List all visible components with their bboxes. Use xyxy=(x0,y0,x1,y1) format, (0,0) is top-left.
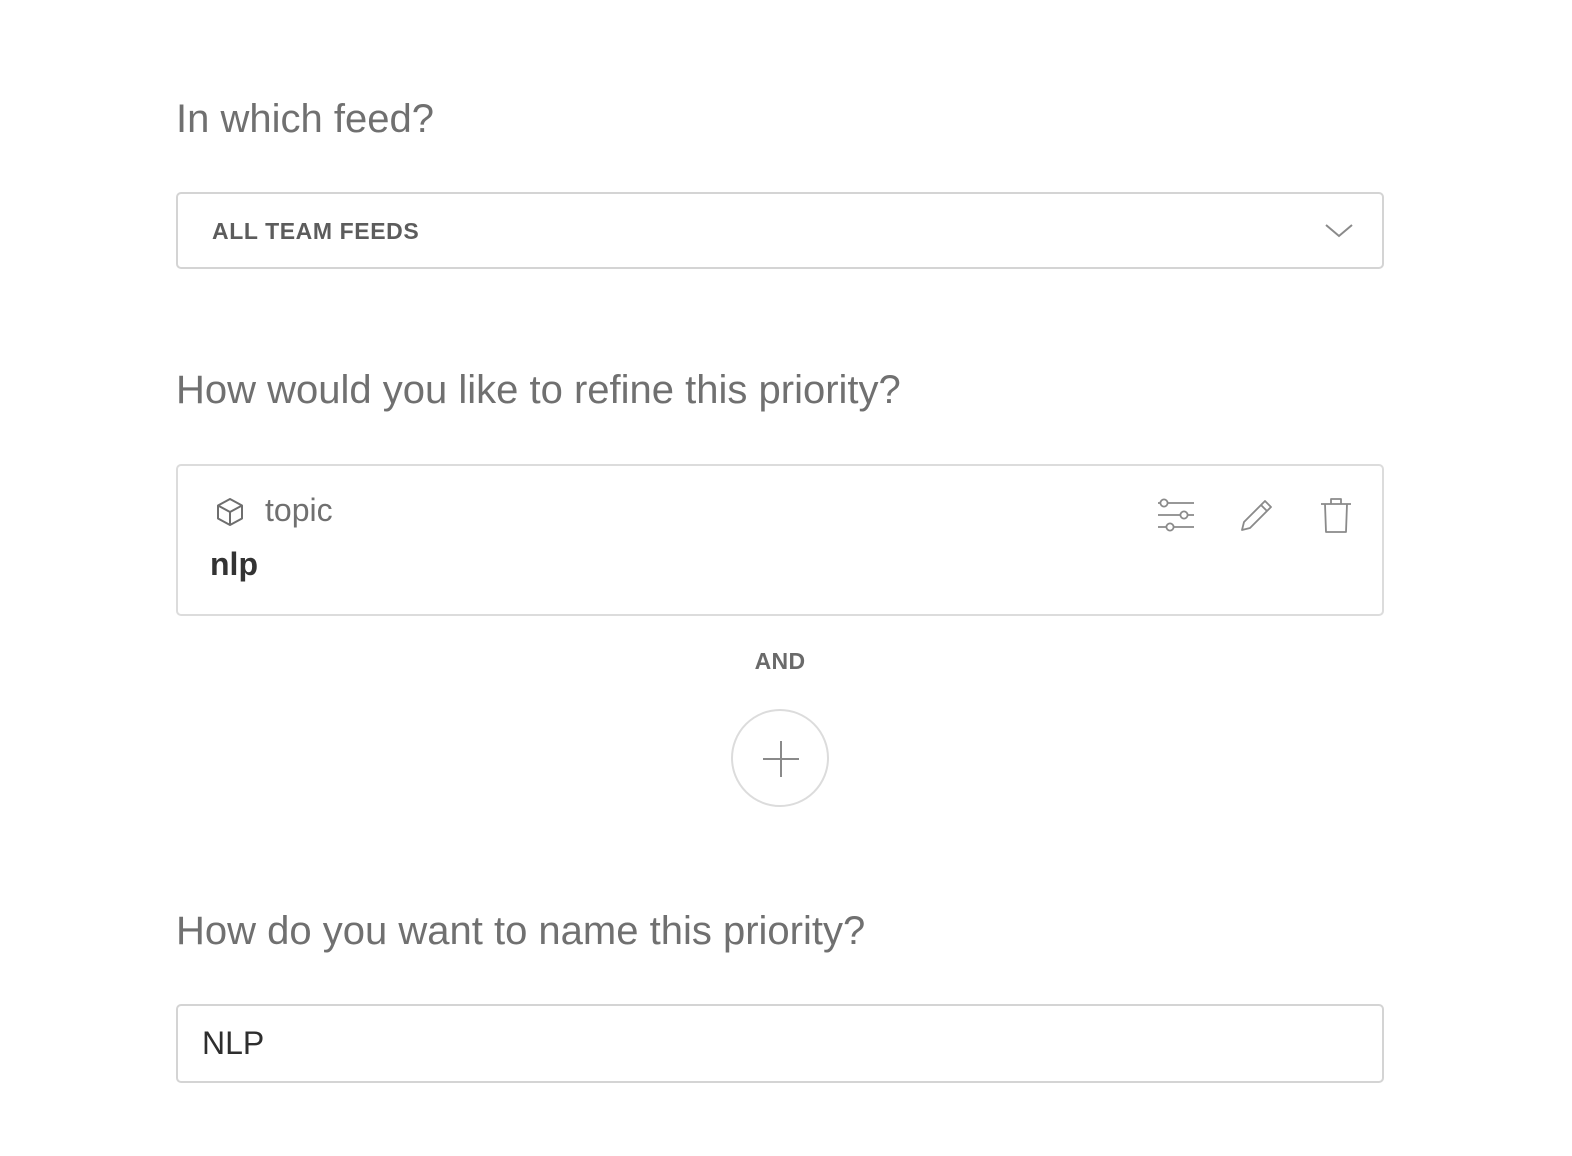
refine-question: How would you like to refine this priori… xyxy=(176,368,901,412)
plus-icon xyxy=(763,741,799,777)
add-filter-button[interactable] xyxy=(731,709,829,807)
priority-form: In which feed? ALL TEAM FEEDS How would … xyxy=(0,0,1572,1156)
sliders-icon[interactable] xyxy=(1156,496,1196,536)
feed-select-value: ALL TEAM FEEDS xyxy=(212,218,420,244)
feed-select[interactable]: ALL TEAM FEEDS xyxy=(176,192,1384,269)
name-question: How do you want to name this priority? xyxy=(176,909,866,953)
feed-question: In which feed? xyxy=(176,97,434,141)
pencil-icon[interactable] xyxy=(1236,496,1276,536)
chevron-down-icon xyxy=(1325,224,1353,238)
trash-icon[interactable] xyxy=(1316,496,1356,536)
filter-type-label: topic xyxy=(265,492,333,528)
filter-card-topic: topic nlp xyxy=(176,464,1384,616)
priority-name-input[interactable] xyxy=(176,1004,1384,1083)
and-connector: AND xyxy=(754,648,806,674)
filter-value: nlp xyxy=(210,546,258,582)
cube-icon xyxy=(217,498,243,526)
